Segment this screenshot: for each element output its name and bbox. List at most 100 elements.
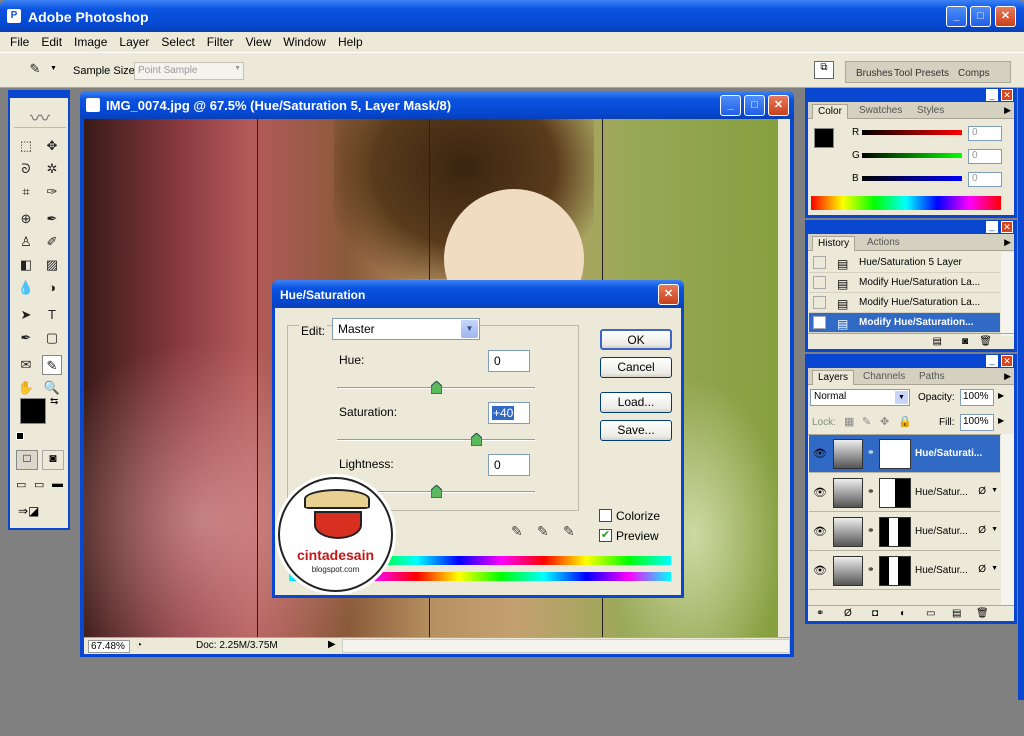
adjustment-thumbnail[interactable] (833, 478, 863, 508)
saturation-slider-track[interactable] (337, 439, 535, 441)
layers-scrollbar[interactable] (1001, 434, 1014, 606)
tool-presets-tab[interactable]: Tool Presets (894, 68, 949, 79)
brushes-tab[interactable]: Brushes (856, 68, 893, 79)
status-menu-icon[interactable]: ◔ (136, 640, 142, 651)
chain-link-icon[interactable]: ⚭ (867, 525, 875, 536)
menu-window[interactable]: Window (277, 35, 332, 49)
panel-close-icon[interactable]: ✕ (1001, 221, 1013, 233)
dodge-icon[interactable]: ◑ (42, 278, 62, 298)
hue-slider-thumb[interactable] (430, 380, 443, 395)
lasso-icon[interactable]: ᘐ (16, 159, 36, 179)
b-input[interactable]: 0 (968, 172, 1002, 187)
adjustment-thumbnail[interactable] (833, 556, 863, 586)
history-item[interactable]: ▤ Hue/Saturation 5 Layer (809, 253, 1000, 273)
minimize-button[interactable]: _ (946, 6, 967, 27)
guide-line[interactable] (257, 119, 258, 637)
swap-colors-icon[interactable]: ⇆ (50, 396, 58, 407)
history-brush-source-icon[interactable] (813, 316, 826, 329)
doc-maximize-button[interactable]: □ (744, 95, 765, 116)
ok-button[interactable]: OK (600, 329, 672, 350)
path-selection-icon[interactable]: ➤ (16, 305, 36, 325)
marquee-icon[interactable]: ⬚ (16, 136, 36, 156)
menu-help[interactable]: Help (332, 35, 369, 49)
hand-icon[interactable]: ✋ (16, 378, 36, 398)
tab-styles[interactable]: Styles (912, 104, 949, 119)
panel-menu-icon[interactable]: ▶ (1004, 371, 1011, 382)
doc-close-button[interactable]: ✕ (768, 95, 789, 116)
feather-logo-icon[interactable]: 〰 (14, 102, 66, 130)
tab-layers[interactable]: Layers (812, 370, 855, 385)
panel-minimize-icon[interactable]: _ (986, 355, 998, 367)
new-group-icon[interactable]: ▭ (926, 608, 935, 619)
brush-icon[interactable]: ✒ (42, 209, 62, 229)
chain-link-icon[interactable]: ⚭ (867, 564, 875, 575)
magic-wand-icon[interactable]: ✲ (42, 159, 62, 179)
opacity-arrow-icon[interactable]: ▶ (998, 391, 1004, 400)
menu-layer[interactable]: Layer (113, 35, 155, 49)
preview-checkbox[interactable]: ✔ (599, 529, 612, 542)
layer-row[interactable]: 👁 ⚭ Hue/Satur... Ø ▼ (809, 513, 1000, 551)
eye-icon[interactable]: 👁 (813, 447, 827, 460)
gradient-icon[interactable]: ▨ (42, 255, 62, 275)
jump-to-imageready-icon[interactable]: ⇒◪ (18, 504, 62, 524)
comps-tab[interactable]: Comps (958, 68, 990, 79)
cancel-button[interactable]: Cancel (600, 357, 672, 378)
lightness-slider-thumb[interactable] (430, 484, 443, 499)
history-item[interactable]: ▤ Modify Hue/Saturation... (809, 313, 1000, 333)
panel-menu-icon[interactable]: ▶ (1004, 237, 1011, 248)
adjustment-thumbnail[interactable] (833, 439, 863, 469)
tool-preset-arrow-icon[interactable]: ▼ (50, 65, 57, 72)
healing-brush-icon[interactable]: ⊕ (16, 209, 36, 229)
trash-icon[interactable]: 🗑 (976, 608, 989, 619)
eyedropper-plus-icon[interactable]: ✎ (537, 523, 549, 540)
g-input[interactable]: 0 (968, 149, 1002, 164)
notes-icon[interactable]: ✉ (16, 355, 36, 375)
tab-history[interactable]: History (812, 236, 856, 251)
panel-minimize-icon[interactable]: _ (986, 221, 998, 233)
history-scrollbar[interactable] (1001, 252, 1014, 336)
adjustment-layer-icon[interactable]: ◐ (900, 608, 906, 619)
menu-view[interactable]: View (239, 35, 277, 49)
dialog-close-button[interactable]: ✕ (658, 284, 679, 305)
history-brush-source-icon[interactable] (813, 256, 826, 269)
preview-label[interactable]: Preview (616, 529, 659, 543)
lock-all-icon[interactable]: 🔒 (898, 415, 912, 428)
horizontal-scrollbar[interactable] (342, 639, 790, 653)
tab-channels[interactable]: Channels (858, 370, 910, 385)
layer-mask-thumbnail[interactable] (879, 478, 911, 508)
save-button[interactable]: Save... (600, 420, 672, 441)
doc-info[interactable]: Doc: 2.25M/3.75M (196, 640, 278, 651)
doc-minimize-button[interactable]: _ (720, 95, 741, 116)
slice-icon[interactable]: ✑ (42, 182, 62, 202)
menu-image[interactable]: Image (68, 35, 113, 49)
lock-transparency-icon[interactable]: ▦ (844, 415, 854, 428)
lock-brush-icon[interactable]: ✎ (862, 415, 871, 428)
colorize-label[interactable]: Colorize (616, 509, 660, 523)
edit-select[interactable]: Master ▼ (332, 318, 480, 340)
palette-well-icon[interactable]: ⧉ (814, 61, 834, 79)
eyedropper-minus-icon[interactable]: ✎ (563, 523, 575, 540)
add-mask-icon[interactable]: ◘ (872, 608, 878, 619)
layer-effects-icon[interactable]: Ø (978, 564, 986, 575)
layer-name[interactable]: Hue/Satur... (915, 487, 968, 498)
history-brush-source-icon[interactable] (813, 296, 826, 309)
r-input[interactable]: 0 (968, 126, 1002, 141)
saturation-slider-thumb[interactable] (470, 432, 483, 447)
eyedropper-icon[interactable]: ✎ (25, 59, 45, 79)
saturation-input[interactable]: +40 (488, 402, 530, 424)
history-item[interactable]: ▤ Modify Hue/Saturation La... (809, 273, 1000, 293)
lock-move-icon[interactable]: ✥ (880, 415, 889, 428)
r-slider[interactable] (862, 130, 962, 135)
lightness-input[interactable]: 0 (488, 454, 530, 476)
layer-row[interactable]: 👁 ⚭ Hue/Saturati... (809, 435, 1000, 473)
chain-link-icon[interactable]: ⚭ (867, 447, 875, 458)
eyedropper-icon[interactable]: ✎ (42, 355, 62, 375)
default-colors-icon[interactable] (16, 432, 24, 440)
layer-name[interactable]: Hue/Satur... (915, 565, 968, 576)
layer-row[interactable]: 👁 ⚭ Hue/Satur... Ø ▼ (809, 552, 1000, 590)
adjustment-thumbnail[interactable] (833, 517, 863, 547)
history-brush-icon[interactable]: ✐ (42, 232, 62, 252)
layer-style-icon[interactable]: Ø (844, 608, 852, 619)
blend-mode-select[interactable]: Normal ▼ (810, 389, 910, 406)
menu-select[interactable]: Select (155, 35, 200, 49)
